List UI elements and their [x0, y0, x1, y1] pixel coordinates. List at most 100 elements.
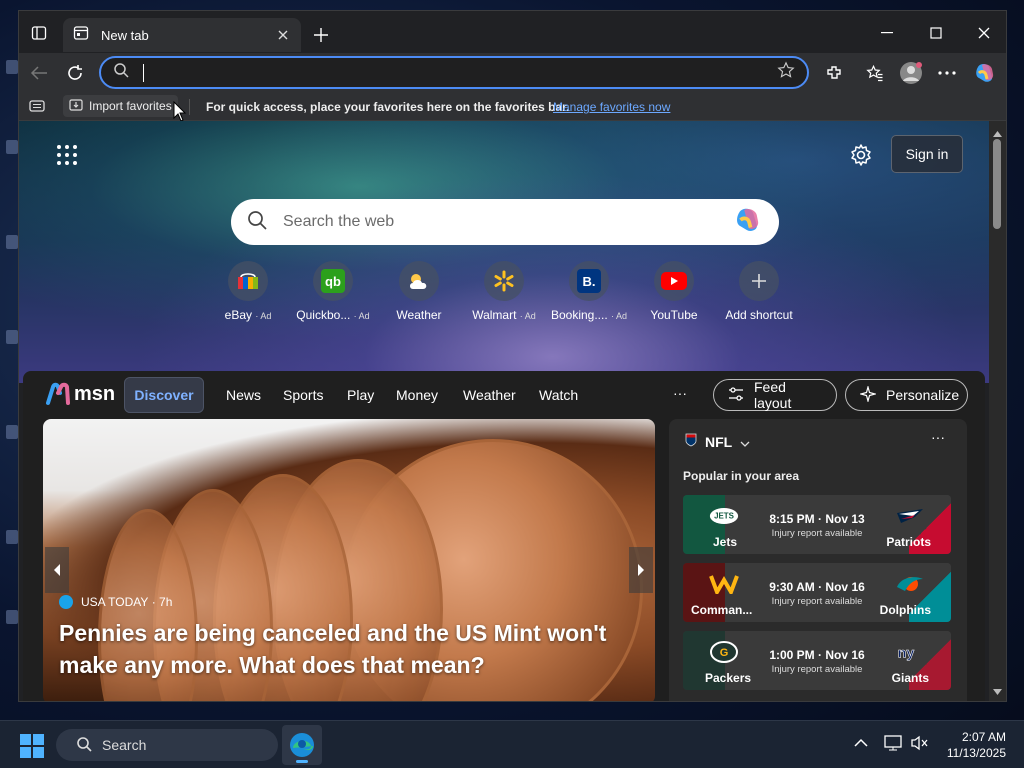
copilot-icon[interactable]	[733, 205, 763, 240]
desktop-icon[interactable]	[6, 60, 18, 74]
nfl-scores-panel: NFL ··· Popular in your area JETS Jets P…	[669, 419, 967, 701]
msn-logo-text: msn	[74, 382, 116, 405]
desktop-icon[interactable]	[6, 330, 18, 344]
settings-gear-icon[interactable]	[849, 143, 875, 169]
import-favorites-button[interactable]: Import favorites	[63, 95, 178, 117]
shortcut-booking[interactable]: B. Booking.... · Ad	[544, 261, 634, 322]
sparkle-icon	[858, 384, 878, 405]
desktop-icon[interactable]	[6, 235, 18, 249]
close-window-button[interactable]	[964, 19, 1004, 47]
injury-note: Injury report available	[771, 596, 863, 607]
maximize-button[interactable]	[916, 19, 956, 47]
title-bar: New tab	[19, 11, 1006, 53]
injury-note: Injury report available	[771, 664, 863, 675]
new-tab-button[interactable]	[309, 23, 333, 47]
shortcuts-row: eBay · Ad qb Quickbo... · Ad Weather Wal…	[224, 261, 804, 331]
scrollbar-thumb[interactable]	[993, 139, 1001, 229]
home-team: Packers	[705, 671, 752, 685]
taskbar-clock[interactable]: 2:07 AM 11/13/2025	[940, 729, 1006, 761]
divider	[189, 99, 190, 115]
nfl-more-button[interactable]: ···	[931, 429, 945, 445]
home-team: Comman...	[691, 603, 753, 617]
svg-text:B.: B.	[583, 274, 596, 289]
close-tab-icon[interactable]	[275, 27, 291, 43]
app-launcher-icon[interactable]	[55, 143, 79, 167]
tab-money[interactable]: Money	[396, 387, 438, 403]
taskbar-search-label: Search	[102, 737, 147, 753]
back-button[interactable]	[25, 59, 53, 87]
favorites-icon[interactable]	[861, 59, 889, 87]
volume-muted-icon[interactable]	[910, 735, 928, 756]
navigation-toolbar	[19, 53, 1006, 93]
tab-actions-icon[interactable]	[25, 21, 53, 45]
profile-avatar[interactable]	[897, 59, 925, 87]
tab-new-tab[interactable]: New tab	[63, 18, 301, 52]
more-tabs-button[interactable]: ···	[673, 385, 687, 401]
more-options-icon[interactable]	[933, 59, 961, 87]
shortcut-label: eBay	[224, 308, 252, 322]
shortcut-quickbooks[interactable]: qb Quickbo... · Ad	[288, 261, 378, 322]
game-row[interactable]: JETS Jets Patriots 8:15 PM · Nov 13 Inju…	[683, 495, 951, 554]
favorite-star-icon[interactable]	[777, 61, 795, 84]
tab-weather[interactable]: Weather	[463, 387, 516, 403]
search-icon	[76, 736, 92, 755]
reading-view-icon[interactable]	[29, 100, 45, 115]
edge-taskbar-icon[interactable]	[282, 725, 322, 765]
windows-start-icon[interactable]	[20, 734, 44, 758]
desktop-icon[interactable]	[6, 610, 18, 624]
tab-watch[interactable]: Watch	[539, 387, 578, 403]
aurora-background: Sign in Search the web eBay · Ad qb Quic…	[19, 121, 989, 383]
home-team: Jets	[713, 535, 738, 549]
ad-badge: · Ad	[611, 311, 628, 321]
tab-discover[interactable]: Discover	[124, 377, 204, 413]
hero-news-card[interactable]: USA TODAY · 7h Pennies are being cancele…	[43, 419, 655, 701]
copilot-icon[interactable]	[971, 59, 999, 87]
refresh-button[interactable]	[61, 59, 89, 87]
scroll-down-icon[interactable]	[993, 682, 1002, 700]
taskbar-search[interactable]: Search	[56, 729, 278, 761]
usa-today-icon	[59, 595, 73, 609]
chevron-up-icon[interactable]	[854, 735, 868, 753]
page-scrollbar[interactable]	[989, 121, 1006, 701]
shortcut-label: Add shortcut	[725, 308, 793, 322]
desktop-icon[interactable]	[6, 140, 18, 154]
minimize-button[interactable]	[867, 19, 907, 47]
feed-layout-button[interactable]: Feed layout	[713, 379, 837, 411]
game-row[interactable]: Comman... Dolphins 9:30 AM · Nov 16 Inju…	[683, 563, 951, 622]
news-source: USA TODAY · 7h	[59, 595, 172, 609]
personalize-button[interactable]: Personalize	[845, 379, 968, 411]
shortcut-walmart[interactable]: Walmart · Ad	[459, 261, 549, 322]
game-row[interactable]: G ny Packers Giants 1:00 PM · Nov 16 Inj…	[683, 631, 951, 690]
svg-text:qb: qb	[325, 274, 341, 289]
nfl-title: NFL	[705, 433, 733, 450]
shortcut-weather[interactable]: Weather	[374, 261, 464, 322]
desktop-icon[interactable]	[6, 425, 18, 439]
chevron-down-icon	[740, 434, 750, 450]
next-arrow-icon[interactable]	[629, 547, 653, 593]
svg-text:JETS: JETS	[714, 512, 734, 521]
address-bar[interactable]	[99, 56, 809, 89]
shortcut-add[interactable]: Add shortcut	[714, 261, 804, 322]
nfl-dropdown[interactable]: NFL	[685, 433, 750, 450]
shortcut-ebay[interactable]: eBay · Ad	[203, 261, 293, 322]
extensions-icon[interactable]	[820, 59, 848, 87]
previous-arrow-icon[interactable]	[45, 547, 69, 593]
dolphins-logo-icon	[895, 573, 925, 595]
article-headline[interactable]: Pennies are being canceled and the US Mi…	[59, 617, 629, 681]
manage-favorites-link[interactable]: Manage favorites now	[553, 100, 670, 114]
msn-logo[interactable]: msn	[45, 381, 115, 407]
svg-text:ny: ny	[898, 644, 915, 660]
sign-in-button[interactable]: Sign in	[891, 135, 963, 173]
network-icon[interactable]	[884, 735, 902, 756]
ad-badge: · Ad	[255, 311, 272, 321]
desktop-icon[interactable]	[6, 530, 18, 544]
tab-play[interactable]: Play	[347, 387, 374, 403]
shortcut-youtube[interactable]: YouTube	[629, 261, 719, 322]
tab-news[interactable]: News	[226, 387, 261, 403]
giants-logo-icon: ny	[891, 641, 921, 663]
nfl-shield-icon	[685, 433, 697, 450]
tab-sports[interactable]: Sports	[283, 387, 323, 403]
packers-logo-icon: G	[709, 641, 739, 663]
msn-feed: msn Discover News Sports Play Money Weat…	[23, 371, 985, 701]
web-search-box[interactable]: Search the web	[231, 199, 779, 245]
